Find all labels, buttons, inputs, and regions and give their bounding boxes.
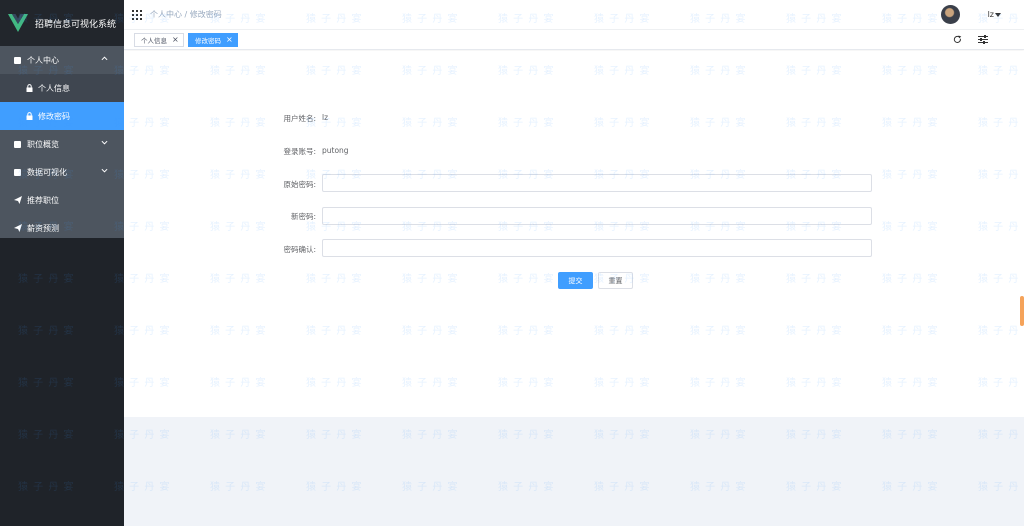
top-navbar: 个人中心 / 修改密码 lz — [124, 0, 1024, 30]
sidebar-item-change-password[interactable]: 修改密码 — [0, 102, 124, 130]
sidebar-item-label: 修改密码 — [38, 111, 70, 121]
sidebar-item-label: 薪资预测 — [27, 223, 59, 233]
username-value: lz — [322, 113, 329, 122]
close-icon[interactable]: × — [172, 36, 179, 44]
chevron-down-icon — [101, 140, 108, 145]
tag-label: 个人信息 — [141, 37, 167, 45]
square-icon — [14, 168, 21, 176]
sidebar-item-personal-center[interactable]: 个人中心 — [0, 46, 124, 74]
confirm-password-input[interactable] — [322, 239, 872, 257]
sidebar-item-job-overview[interactable]: 职位概览 — [0, 130, 124, 158]
account-label: 登录账号: — [283, 147, 316, 156]
sidebar-item-recommended-jobs[interactable]: 推荐职位 — [0, 186, 124, 214]
sidebar-item-label: 职位概览 — [27, 139, 59, 149]
square-icon — [14, 140, 21, 148]
lock-icon — [26, 84, 33, 92]
new-password-label: 新密码: — [290, 212, 316, 221]
caret-down-icon[interactable] — [995, 13, 1001, 17]
paper-plane-icon — [14, 196, 22, 204]
close-icon[interactable]: × — [226, 36, 233, 44]
chevron-up-icon — [101, 56, 108, 61]
refresh-icon[interactable] — [953, 35, 962, 44]
breadcrumb: 个人中心 / 修改密码 — [150, 10, 222, 19]
tags-view-bar: 个人信息 × 修改密码 × — [124, 30, 1024, 50]
sidebar-item-label: 个人信息 — [38, 83, 70, 93]
grid-menu-icon[interactable] — [132, 9, 142, 20]
new-password-input[interactable] — [322, 207, 872, 225]
logo-bar: 招聘信息可视化系统 — [0, 0, 124, 46]
account-value: putong — [322, 146, 349, 155]
paper-plane-icon — [14, 224, 22, 232]
scrollbar-handle[interactable] — [1020, 296, 1024, 326]
settings-sliders-icon[interactable] — [978, 35, 988, 44]
sidebar-item-personal-info[interactable]: 个人信息 — [0, 74, 124, 102]
chevron-down-icon — [101, 168, 108, 173]
old-password-label: 原始密码: — [283, 180, 316, 189]
sidebar-menu: 个人中心 个人信息 修改密码 职位概览 数据可视化 推荐职位 薪资预测 — [0, 46, 124, 242]
reset-button[interactable]: 重置 — [598, 272, 633, 289]
submit-button[interactable]: 提交 — [558, 272, 593, 289]
lock-icon — [26, 112, 33, 120]
tag-label: 修改密码 — [195, 37, 221, 45]
sidebar-item-label: 个人中心 — [27, 55, 59, 65]
vue-logo-icon — [8, 14, 28, 32]
sidebar: 招聘信息可视化系统 个人中心 个人信息 修改密码 职位概览 数据可视化 推荐职位 — [0, 0, 124, 526]
avatar[interactable] — [941, 5, 960, 24]
square-icon — [14, 56, 21, 64]
old-password-input[interactable] — [322, 174, 872, 192]
sidebar-item-label: 数据可视化 — [27, 167, 67, 177]
tag-change-password[interactable]: 修改密码 × — [188, 33, 238, 47]
app-title: 招聘信息可视化系统 — [35, 19, 117, 30]
sidebar-empty-area — [0, 238, 124, 526]
tag-personal-info[interactable]: 个人信息 × — [134, 33, 184, 47]
main-content: 用户姓名: lz 登录账号: putong 原始密码: 新密码: 密码确认: 提… — [124, 51, 1024, 526]
user-name[interactable]: lz — [988, 10, 994, 19]
main-background-band — [124, 417, 1024, 526]
sidebar-item-data-visualization[interactable]: 数据可视化 — [0, 158, 124, 186]
username-label: 用户姓名: — [283, 114, 316, 123]
confirm-password-label: 密码确认: — [283, 245, 316, 254]
sidebar-item-label: 推荐职位 — [27, 195, 59, 205]
